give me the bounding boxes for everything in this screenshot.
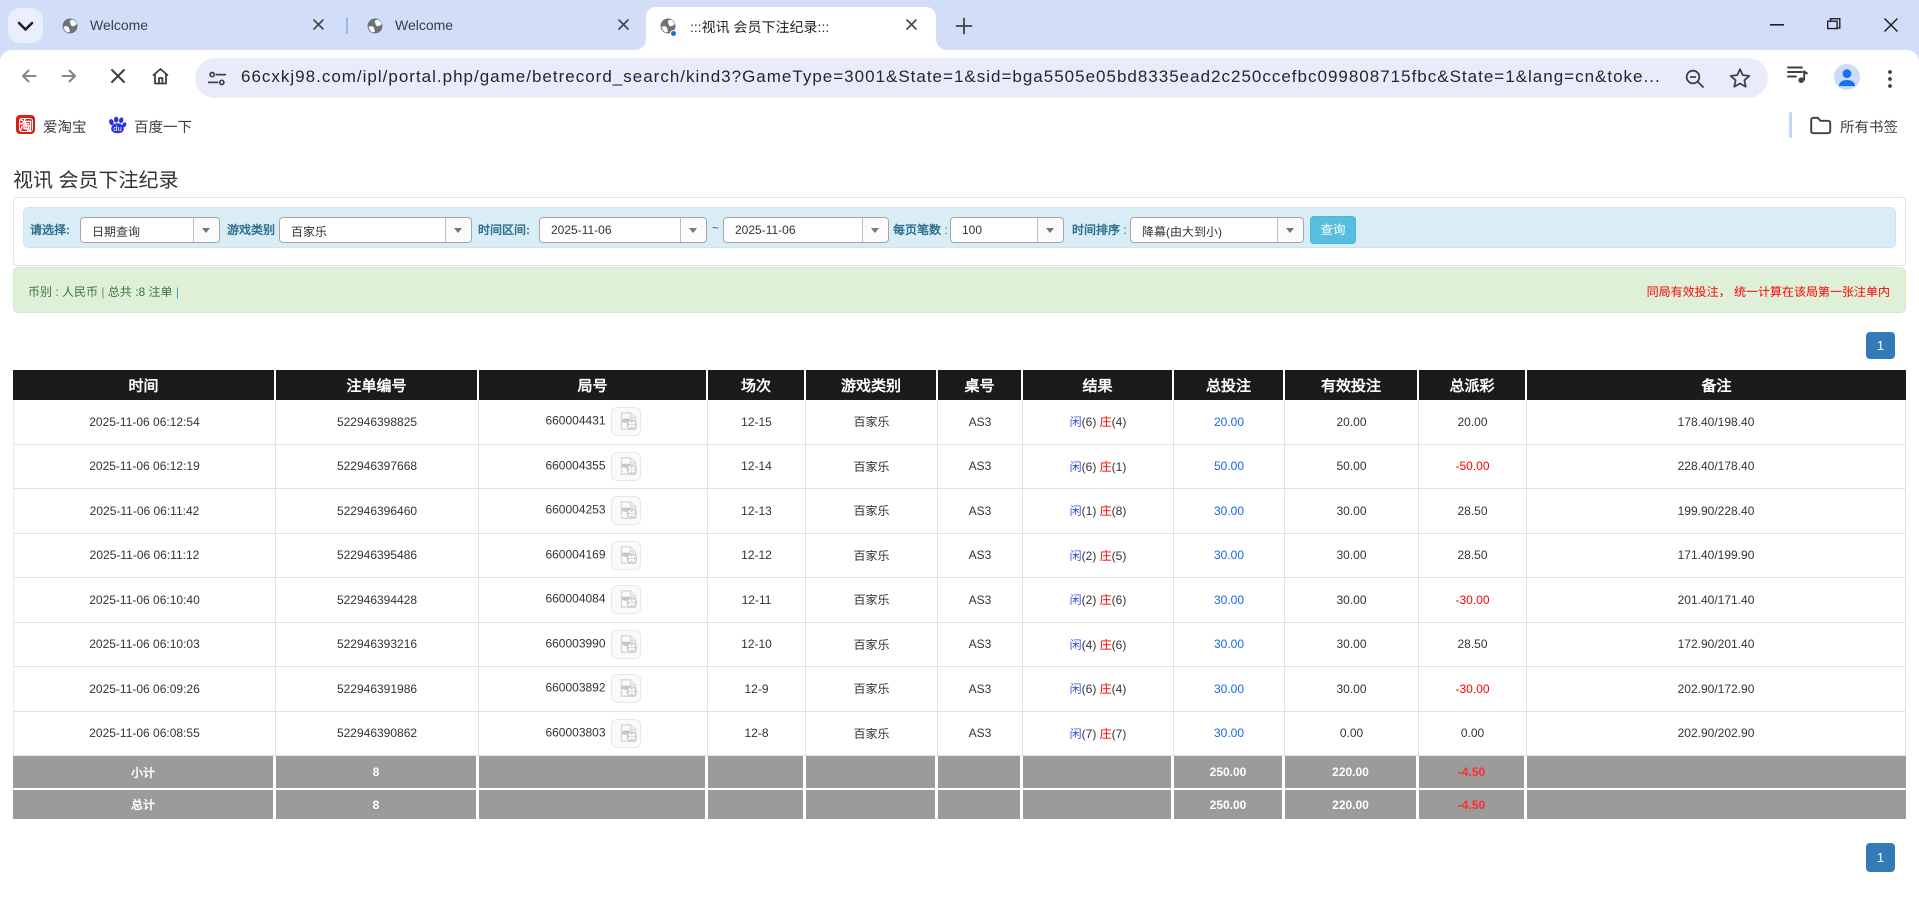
- svg-text:du: du: [113, 124, 121, 133]
